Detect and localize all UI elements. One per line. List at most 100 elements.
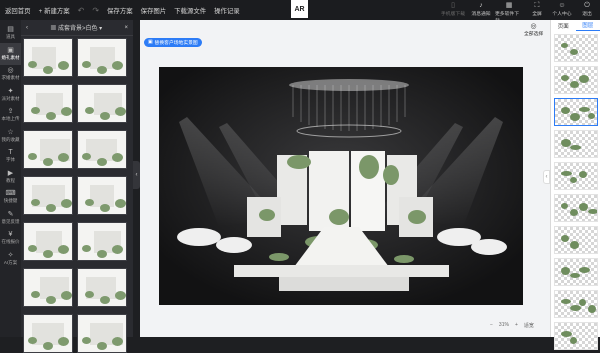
rail-item-quote[interactable]: ¥在线报价 bbox=[0, 227, 21, 249]
wedding-scene-image bbox=[159, 67, 523, 305]
rail-item-label: 我的收藏 bbox=[2, 137, 20, 143]
material-thumbnail[interactable] bbox=[77, 176, 127, 215]
rail-item-upload[interactable]: ⇪本地上传 bbox=[0, 104, 21, 126]
material-thumbnail[interactable] bbox=[23, 38, 73, 77]
layer-item[interactable] bbox=[554, 98, 598, 126]
tab-pages[interactable]: 页面 bbox=[551, 20, 576, 31]
redo-icon[interactable]: ↷ bbox=[92, 6, 99, 15]
wedding-scene-canvas[interactable] bbox=[159, 67, 523, 305]
new-plan-button[interactable]: + 新建方案 bbox=[39, 6, 70, 15]
phone-action[interactable]: ▯手机版下载 bbox=[439, 1, 467, 20]
download-source-button[interactable]: 下载源文件 bbox=[174, 6, 206, 15]
material-thumbnail[interactable] bbox=[23, 84, 73, 123]
material-library: ‹ ▦ 成套背景>白色 ▾ × bbox=[21, 20, 133, 337]
bell-action[interactable]: ♪消息通知 bbox=[470, 1, 492, 20]
material-thumbnail[interactable] bbox=[23, 222, 73, 261]
image-icon: ▣ bbox=[7, 47, 14, 55]
layer-item[interactable] bbox=[554, 258, 598, 286]
pen-icon: ✎ bbox=[8, 211, 14, 219]
rail-item-label: 婚礼素材 bbox=[2, 55, 20, 61]
material-thumbnail[interactable] bbox=[77, 314, 127, 353]
rail-item-label: 道具 bbox=[6, 34, 15, 40]
zoom-out-button[interactable]: − bbox=[490, 322, 493, 328]
library-category[interactable]: ▦ 成套背景>白色 ▾ bbox=[50, 23, 102, 32]
rail-item-image[interactable]: ▣婚礼素材 bbox=[0, 43, 21, 65]
design-stage: ▣ 替换客户场地实景图 ◎ 全部选择 bbox=[140, 20, 550, 337]
material-thumbnail[interactable] bbox=[23, 176, 73, 215]
rail-item-keyboard[interactable]: ⌨快捷键 bbox=[0, 186, 21, 208]
left-rail: ▤道具▣婚礼素材◎求婚素材✦派对素材⇪本地上传☆我的收藏T字体▶教程⌨快捷键✎意… bbox=[0, 20, 21, 337]
close-icon[interactable]: × bbox=[124, 25, 128, 31]
play-icon: ▶ bbox=[8, 170, 13, 178]
material-thumbnail[interactable] bbox=[23, 268, 73, 307]
keyboard-icon: ⌨ bbox=[5, 190, 15, 198]
fit-width-button[interactable]: 适宽 bbox=[524, 322, 534, 329]
chevron-left-icon: ‹ bbox=[546, 174, 548, 180]
history-button[interactable]: 操作记录 bbox=[214, 6, 240, 15]
replace-venue-button[interactable]: ▣ 替换客户场地实景图 bbox=[144, 38, 202, 47]
layer-item[interactable] bbox=[554, 34, 598, 62]
user-action[interactable]: ☺个人中心 bbox=[551, 1, 573, 20]
layer-item[interactable] bbox=[554, 162, 598, 190]
power-icon: ⏻ bbox=[584, 1, 590, 10]
layer-item[interactable] bbox=[554, 194, 598, 222]
party-icon: ✦ bbox=[8, 88, 14, 96]
rail-item-pen[interactable]: ✎意见反馈 bbox=[0, 207, 21, 229]
layer-item[interactable] bbox=[554, 322, 598, 350]
rail-item-prop[interactable]: ▤道具 bbox=[0, 22, 21, 44]
topbar-action-label: 手机版下载 bbox=[441, 10, 465, 17]
zoom-in-button[interactable]: + bbox=[515, 322, 518, 328]
grid-action[interactable]: ▦更多软件下载 bbox=[495, 1, 523, 20]
image-icon: ▣ bbox=[148, 40, 153, 45]
material-thumbnail[interactable] bbox=[77, 38, 127, 77]
topbar-action-label: 个人中心 bbox=[552, 10, 571, 17]
rail-item-ai[interactable]: ✧AI方案 bbox=[0, 248, 21, 270]
save-image-button[interactable]: 保存图片 bbox=[141, 6, 167, 15]
top-bar: 返回首页 + 新建方案 ↶ ↷ 保存方案 保存图片 下载源文件 操作记录 AR … bbox=[0, 0, 600, 20]
layer-item[interactable] bbox=[554, 226, 598, 254]
layer-item[interactable] bbox=[554, 66, 598, 94]
app-logo: AR bbox=[291, 0, 308, 18]
select-all-button[interactable]: ◎ 全部选择 bbox=[524, 22, 543, 37]
topbar-action-label: 消息通知 bbox=[471, 10, 490, 17]
grid-icon: ▦ bbox=[506, 1, 513, 10]
material-thumbnail[interactable] bbox=[77, 268, 127, 307]
collapse-library-button[interactable]: ‹ bbox=[133, 161, 140, 189]
rail-item-party[interactable]: ✦派对素材 bbox=[0, 84, 21, 106]
back-icon[interactable]: ‹ bbox=[26, 25, 28, 31]
user-icon: ☺ bbox=[558, 1, 565, 10]
pages-tabs: 页面 图层 bbox=[551, 20, 600, 31]
rail-item-ring[interactable]: ◎求婚素材 bbox=[0, 63, 21, 85]
material-thumbnail[interactable] bbox=[23, 314, 73, 353]
upload-icon: ⇪ bbox=[8, 108, 14, 116]
ai-icon: ✧ bbox=[8, 252, 14, 260]
layer-item[interactable] bbox=[554, 290, 598, 318]
material-thumbnail[interactable] bbox=[77, 130, 127, 169]
rail-item-play[interactable]: ▶教程 bbox=[0, 166, 21, 188]
material-thumbnail[interactable] bbox=[23, 130, 73, 169]
rail-item-star[interactable]: ☆我的收藏 bbox=[0, 125, 21, 147]
zoom-value: 31% bbox=[499, 322, 509, 328]
material-thumbnail[interactable] bbox=[77, 222, 127, 261]
save-plan-button[interactable]: 保存方案 bbox=[107, 6, 133, 15]
library-header: ‹ ▦ 成套背景>白色 ▾ × bbox=[21, 20, 133, 36]
fullscreen-icon: ⛶ bbox=[535, 1, 540, 10]
undo-icon[interactable]: ↶ bbox=[78, 6, 85, 15]
rail-item-text[interactable]: T字体 bbox=[0, 145, 21, 167]
collapse-pages-button[interactable]: ‹ bbox=[543, 170, 550, 184]
home-link[interactable]: 返回首页 bbox=[5, 6, 31, 15]
tab-layers[interactable]: 图层 bbox=[576, 20, 600, 31]
material-thumbnail[interactable] bbox=[77, 84, 127, 123]
quote-icon: ¥ bbox=[9, 231, 13, 239]
check-circle-icon: ◎ bbox=[531, 22, 537, 30]
rail-item-label: 本地上传 bbox=[2, 116, 20, 122]
layer-item[interactable] bbox=[554, 130, 598, 158]
rail-item-label: 教程 bbox=[6, 178, 15, 184]
fullscreen-action[interactable]: ⛶全屏 bbox=[526, 1, 548, 20]
rail-item-label: 意见反馈 bbox=[2, 219, 20, 225]
bell-icon: ♪ bbox=[479, 1, 483, 10]
select-all-label: 全部选择 bbox=[524, 30, 543, 37]
rail-item-label: 在线报价 bbox=[2, 239, 20, 245]
power-action[interactable]: ⏻退出 bbox=[576, 1, 598, 20]
zoom-controls: − 31% + 适宽 bbox=[490, 320, 534, 330]
